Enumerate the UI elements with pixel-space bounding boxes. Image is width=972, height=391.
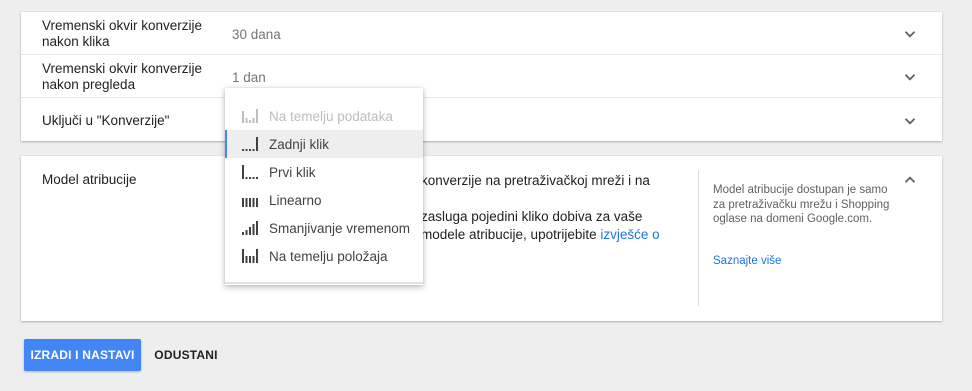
attribution-model-label: Model atribucije [42, 172, 137, 187]
row-label: Uključi u "Konverzije" [42, 113, 170, 128]
conversion-settings-card: Vremenski okvir konverzije nakon klika 3… [21, 12, 942, 141]
last-click-icon [242, 137, 258, 151]
description-text: modele atribucije, upotrijebite [421, 227, 601, 242]
data-driven-icon [242, 109, 258, 123]
first-click-icon [242, 165, 258, 179]
attribution-model-card: Model atribucije konverzije na pretraživ… [21, 156, 942, 321]
option-label: Na temelju podataka [269, 108, 393, 124]
learn-more-link[interactable]: Saznajte više [713, 255, 781, 267]
attribution-model-dropdown: Na temelju podataka Zadnji klik Prvi kli… [225, 88, 423, 285]
linear-icon [242, 198, 258, 207]
chevron-down-icon[interactable] [904, 71, 916, 83]
chevron-up-icon[interactable] [904, 174, 916, 186]
attribution-info-text: Model atribucije dostupan je samo za pre… [713, 184, 890, 225]
cancel-button[interactable]: ODUSTANI [147, 339, 225, 371]
row-value: 30 dana [232, 27, 281, 42]
attribution-description-line: modele atribucije, upotrijebite izvješće… [421, 226, 660, 244]
create-and-continue-button[interactable]: IZRADI I NASTAVI [24, 339, 141, 371]
time-decay-icon [242, 221, 258, 235]
option-time-decay[interactable]: Smanjivanje vremenom [225, 214, 423, 242]
option-first-click[interactable]: Prvi klik [225, 158, 423, 186]
attribution-description-line: zasluga pojedini kliko dobiva za vaše [421, 209, 643, 224]
dropdown-scroll-edge [225, 282, 423, 284]
attribution-description-line: konverzije na pretraživačkoj mreži i na [421, 173, 650, 188]
row-label: Vremenski okvir konverzije nakon klika [42, 18, 203, 49]
option-linear[interactable]: Linearno [225, 186, 423, 214]
attribution-report-link[interactable]: izvješće o [600, 227, 659, 242]
chevron-down-icon[interactable] [904, 28, 916, 40]
option-label: Prvi klik [269, 164, 316, 180]
option-label: Zadnji klik [269, 136, 330, 152]
option-position-based[interactable]: Na temelju položaja [225, 242, 423, 270]
option-label: Linearno [269, 192, 322, 208]
option-data-driven: Na temelju podataka [225, 102, 423, 130]
divider [698, 170, 699, 306]
chevron-down-icon[interactable] [904, 115, 916, 127]
view-through-window-row[interactable]: Vremenski okvir konverzije nakon pregled… [21, 55, 942, 98]
row-label: Vremenski okvir konverzije nakon pregled… [42, 61, 203, 92]
option-last-click[interactable]: Zadnji klik [225, 130, 423, 158]
click-through-window-row[interactable]: Vremenski okvir konverzije nakon klika 3… [21, 12, 942, 55]
position-based-icon [242, 249, 258, 263]
option-label: Na temelju položaja [269, 248, 388, 264]
row-value: 1 dan [232, 70, 266, 85]
include-in-conversions-row[interactable]: Uključi u "Konverzije" [21, 98, 942, 141]
option-label: Smanjivanje vremenom [269, 220, 411, 236]
